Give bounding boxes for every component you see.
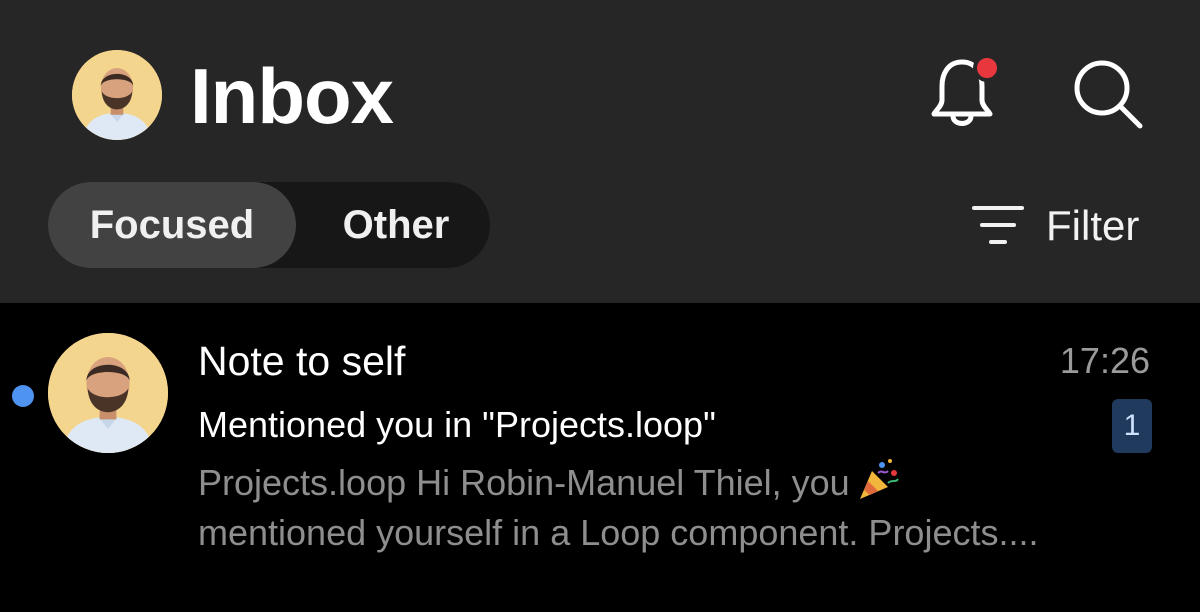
- message-sender: Note to self: [198, 338, 406, 384]
- tab-focused[interactable]: Focused: [48, 182, 296, 268]
- page-title: Inbox: [190, 52, 394, 140]
- mail-app: Inbox Focused Other Filter Note to self …: [0, 0, 1200, 612]
- party-popper-icon: [859, 459, 899, 499]
- user-avatar-icon: [48, 333, 168, 453]
- user-avatar-icon: [72, 50, 162, 140]
- inbox-header: Inbox Focused Other Filter: [0, 0, 1200, 303]
- search-icon: [1074, 60, 1143, 129]
- message-list-item[interactable]: Note to self 17:26 Mentioned you in "Pro…: [0, 303, 1200, 612]
- filter-label: Filter: [1046, 202, 1140, 249]
- preview-line-2: mentioned yourself in a Loop component. …: [198, 512, 1039, 553]
- notifications-button[interactable]: [928, 52, 1004, 132]
- filter-icon: [972, 206, 1024, 244]
- message-preview: Projects.loop Hi Robin-Manuel Thiel, you…: [198, 457, 1158, 558]
- sender-avatar: [48, 333, 168, 453]
- message-time: 17:26: [1059, 340, 1150, 381]
- notification-dot: [973, 54, 1001, 82]
- profile-avatar[interactable]: [72, 50, 162, 140]
- preview-text-1: Projects.loop Hi Robin-Manuel Thiel, you: [198, 462, 850, 503]
- inbox-tabs: Focused Other: [48, 182, 490, 268]
- message-subject: Mentioned you in "Projects.loop": [198, 404, 716, 445]
- search-button[interactable]: [1070, 58, 1150, 130]
- tab-other[interactable]: Other: [306, 182, 486, 268]
- preview-line-1: Projects.loop Hi Robin-Manuel Thiel, you: [198, 457, 1158, 508]
- count-badge: 1: [1112, 399, 1152, 453]
- unread-indicator: [12, 385, 34, 407]
- filter-button[interactable]: Filter: [970, 196, 1160, 256]
